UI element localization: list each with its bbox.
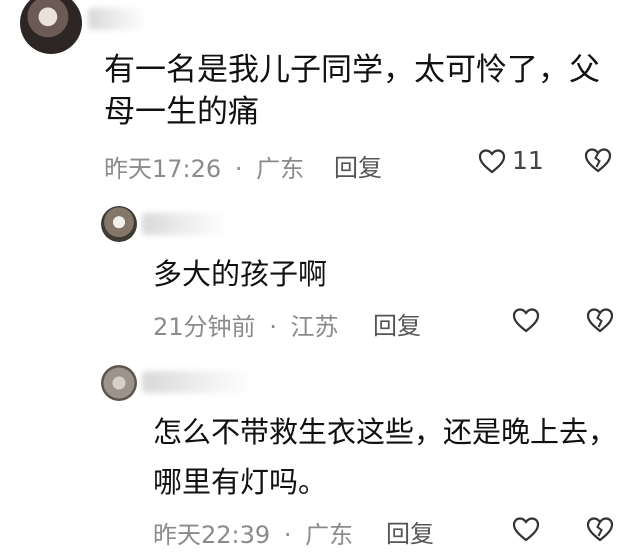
comment-2: 多大的孩子啊 21分钟前 · 江苏 回复 [0, 195, 640, 345]
username-blurred[interactable] [142, 371, 254, 393]
comment-time: 昨天17:26 [104, 155, 222, 183]
comment-meta: 21分钟前 · 江苏 [153, 307, 338, 342]
comment-time: 21分钟前 [153, 313, 256, 341]
dislike-button[interactable] [586, 307, 614, 333]
like-button[interactable]: 11 [478, 146, 544, 175]
reply-button[interactable]: 回复 [373, 306, 421, 341]
like-button[interactable] [512, 516, 546, 542]
comment-text-line-1: 有一名是我儿子同学，太可怜了，父 [104, 52, 600, 88]
avatar[interactable] [20, 0, 82, 54]
heart-outline-icon [478, 148, 506, 174]
comment-3: 怎么不带救生衣这些，还是晚上去， 哪里有灯吗。 昨天22:39 · 广东 回复 [0, 355, 640, 559]
like-button[interactable] [512, 307, 546, 333]
like-count: 11 [512, 146, 544, 175]
heart-outline-icon [512, 516, 540, 542]
comment-meta: 昨天17:26 · 广东 [104, 149, 304, 184]
reply-button[interactable]: 回复 [334, 148, 382, 183]
broken-heart-icon [586, 516, 614, 542]
avatar[interactable] [101, 206, 137, 242]
meta-separator: · [269, 313, 277, 341]
broken-heart-icon [584, 147, 612, 173]
comment-location: 江苏 [290, 313, 339, 341]
comment-meta: 昨天22:39 · 广东 [153, 515, 353, 550]
dislike-button[interactable] [584, 147, 612, 173]
dislike-button[interactable] [586, 516, 614, 542]
comment-1: 有一名是我儿子同学，太可怜了，父 母一生的痛 昨天17:26 · 广东 回复 1… [0, 0, 640, 190]
avatar[interactable] [101, 365, 137, 401]
comment-text-line-2: 母一生的痛 [104, 94, 259, 130]
comment-text-line-1: 怎么不带救生衣这些，还是晚上去， [153, 415, 618, 449]
username-blurred[interactable] [88, 8, 148, 30]
comment-text-line-2: 哪里有灯吗。 [153, 465, 328, 499]
heart-outline-icon [512, 307, 540, 333]
comment-time: 昨天22:39 [153, 521, 271, 549]
comment-text-line-1: 多大的孩子啊 [153, 257, 328, 291]
username-blurred[interactable] [142, 213, 228, 235]
reply-button[interactable]: 回复 [386, 514, 434, 549]
comment-location: 广东 [305, 521, 354, 549]
meta-separator: · [283, 521, 292, 549]
comment-location: 广东 [256, 155, 305, 183]
broken-heart-icon [586, 307, 614, 333]
meta-separator: · [234, 155, 243, 183]
